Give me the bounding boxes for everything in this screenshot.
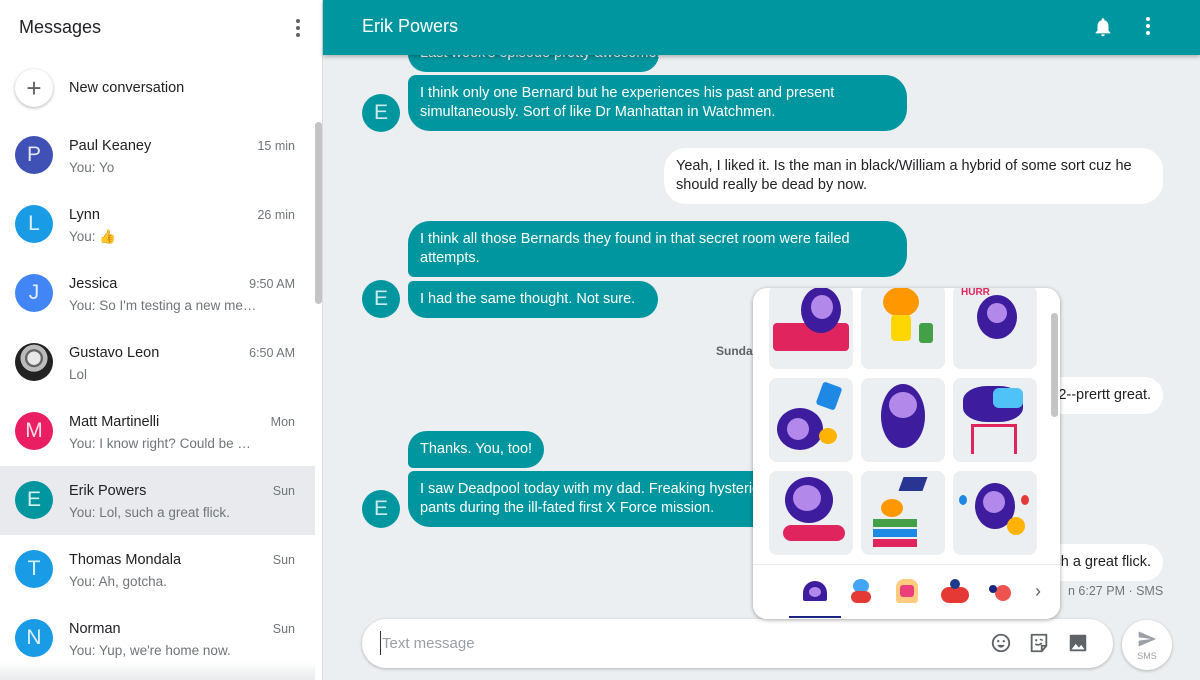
avatar-photo xyxy=(15,343,53,381)
conversation-item[interactable]: L Lynn 26 min You: 👍 xyxy=(0,190,315,259)
conversation-sidebar: Messages + New conversation P Paul Keane… xyxy=(0,0,323,680)
outgoing-message: Yeah, I liked it. Is the man in black/Wi… xyxy=(664,148,1163,204)
contact-avatar: E xyxy=(362,280,400,318)
contact-avatar: E xyxy=(362,490,400,528)
sticker-pack-crab[interactable] xyxy=(933,575,977,609)
notifications-bell-icon[interactable] xyxy=(1092,15,1114,39)
message-snippet: You: Ah, gotcha. xyxy=(69,574,167,589)
conversation-time: Sun xyxy=(272,553,295,567)
conversation-header: Erik Powers xyxy=(323,0,1200,55)
message-snippet: You: Yup, we're home now. xyxy=(69,643,231,658)
contact-name: Erik Powers xyxy=(69,483,147,499)
sidebar-header: Messages xyxy=(0,0,322,56)
sidebar-scrollbar[interactable] xyxy=(315,122,322,304)
contact-name: Lynn xyxy=(69,207,100,223)
more-options-icon[interactable] xyxy=(1141,15,1155,37)
conversation-time: 9:50 AM xyxy=(249,277,295,291)
message-snippet: Lol xyxy=(69,367,88,382)
message-timestamp: n 6:27 PM · SMS xyxy=(1068,584,1164,598)
sticker-pack-monster[interactable] xyxy=(789,575,841,618)
contact-avatar: E xyxy=(362,94,400,132)
message-snippet: You: So I'm testing a new me… xyxy=(69,298,257,313)
sticker-monster-eating-chips[interactable] xyxy=(769,378,853,462)
incoming-message: I had the same thought. Not sure. xyxy=(408,281,658,318)
incoming-message: I think only one Bernard but he experien… xyxy=(408,75,907,131)
avatar: P xyxy=(15,136,53,174)
contact-name: Norman xyxy=(69,621,121,637)
contact-name: Matt Martinelli xyxy=(69,414,160,430)
sticker-monster-surprised[interactable] xyxy=(861,378,945,462)
conversation-time: Sun xyxy=(272,622,295,636)
send-icon xyxy=(1138,631,1157,647)
sticker-monkey-reading-lamp[interactable] xyxy=(861,471,945,555)
avatar: M xyxy=(15,412,53,450)
send-sms-button[interactable]: SMS xyxy=(1122,620,1172,670)
contact-name: Jessica xyxy=(69,276,118,292)
message-snippet: You: Yo xyxy=(69,160,115,175)
avatar: N xyxy=(15,619,53,657)
conversation-item-active[interactable]: E Erik Powers Sun You: Lol, such a great… xyxy=(0,466,315,535)
sticker-monster-hurray[interactable]: HURR xyxy=(953,288,1037,369)
sticker-scrollbar[interactable] xyxy=(1051,313,1058,417)
conversation-time: Sun xyxy=(272,484,295,498)
contact-name: Paul Keaney xyxy=(69,138,152,154)
sidebar-fade xyxy=(0,662,315,680)
emoji-icon[interactable] xyxy=(990,632,1012,654)
message-snippet: You: 👍 xyxy=(69,229,117,244)
conversation-item[interactable]: M Matt Martinelli Mon You: I know right?… xyxy=(0,397,315,466)
sticker-pack-blue-bird[interactable] xyxy=(839,575,883,609)
sticker-pack-tabs: › xyxy=(753,564,1060,619)
chevron-right-icon[interactable]: › xyxy=(1035,581,1041,602)
sticker-monster-driving-car[interactable] xyxy=(769,471,853,555)
incoming-message: I think all those Bernards they found in… xyxy=(408,221,907,277)
plus-icon: + xyxy=(15,69,53,107)
conversation-time: 26 min xyxy=(257,208,295,222)
outgoing-message: 2--prertt great. xyxy=(1043,377,1163,414)
sticker-monster-on-couch[interactable] xyxy=(769,288,853,369)
send-label: SMS xyxy=(1137,651,1157,661)
conversation-time: Mon xyxy=(270,415,295,429)
conversation-item[interactable]: Gustavo Leon 6:50 AM Lol xyxy=(0,328,315,397)
sticker-icon[interactable] xyxy=(1028,632,1050,654)
conversation-item[interactable]: P Paul Keaney 15 min You: Yo xyxy=(0,121,315,190)
date-separator: Sunda xyxy=(716,344,753,358)
conversation-title: Erik Powers xyxy=(362,16,459,36)
contact-name: Gustavo Leon xyxy=(69,345,160,361)
incoming-message: Thanks. You, too! xyxy=(408,431,544,468)
sticker-pack-bomb[interactable] xyxy=(981,575,1025,609)
image-icon[interactable] xyxy=(1067,632,1089,654)
conversation-item[interactable]: T Thomas Mondala Sun You: Ah, gotcha. xyxy=(0,535,315,604)
avatar: E xyxy=(15,481,53,519)
new-conversation-button[interactable]: + New conversation xyxy=(15,67,315,109)
sticker-pack-toast[interactable] xyxy=(885,575,929,609)
conversation-item[interactable]: J Jessica 9:50 AM You: So I'm testing a … xyxy=(0,259,315,328)
contact-name: Thomas Mondala xyxy=(69,552,182,568)
compose-bar xyxy=(362,619,1113,668)
avatar: L xyxy=(15,205,53,243)
conversation-list: P Paul Keaney 15 min You: Yo L Lynn 26 m… xyxy=(0,121,315,673)
sticker-monkey-with-luggage[interactable] xyxy=(861,288,945,369)
message-input[interactable] xyxy=(380,631,960,655)
new-conversation-label: New conversation xyxy=(69,80,185,96)
conversation-time: 6:50 AM xyxy=(249,346,295,360)
app-title: Messages xyxy=(19,17,102,37)
sticker-monster-bunk-bed[interactable] xyxy=(953,378,1037,462)
avatar: J xyxy=(15,274,53,312)
avatar: T xyxy=(15,550,53,588)
message-snippet: You: I know right? Could be … xyxy=(69,436,251,451)
sticker-grid: HURR xyxy=(753,288,1053,564)
message-snippet: You: Lol, such a great flick. xyxy=(69,505,230,520)
sticker-monster-party[interactable] xyxy=(953,471,1037,555)
conversation-time: 15 min xyxy=(257,139,295,153)
sticker-picker: HURR › xyxy=(753,288,1060,619)
more-options-icon[interactable] xyxy=(288,16,308,40)
